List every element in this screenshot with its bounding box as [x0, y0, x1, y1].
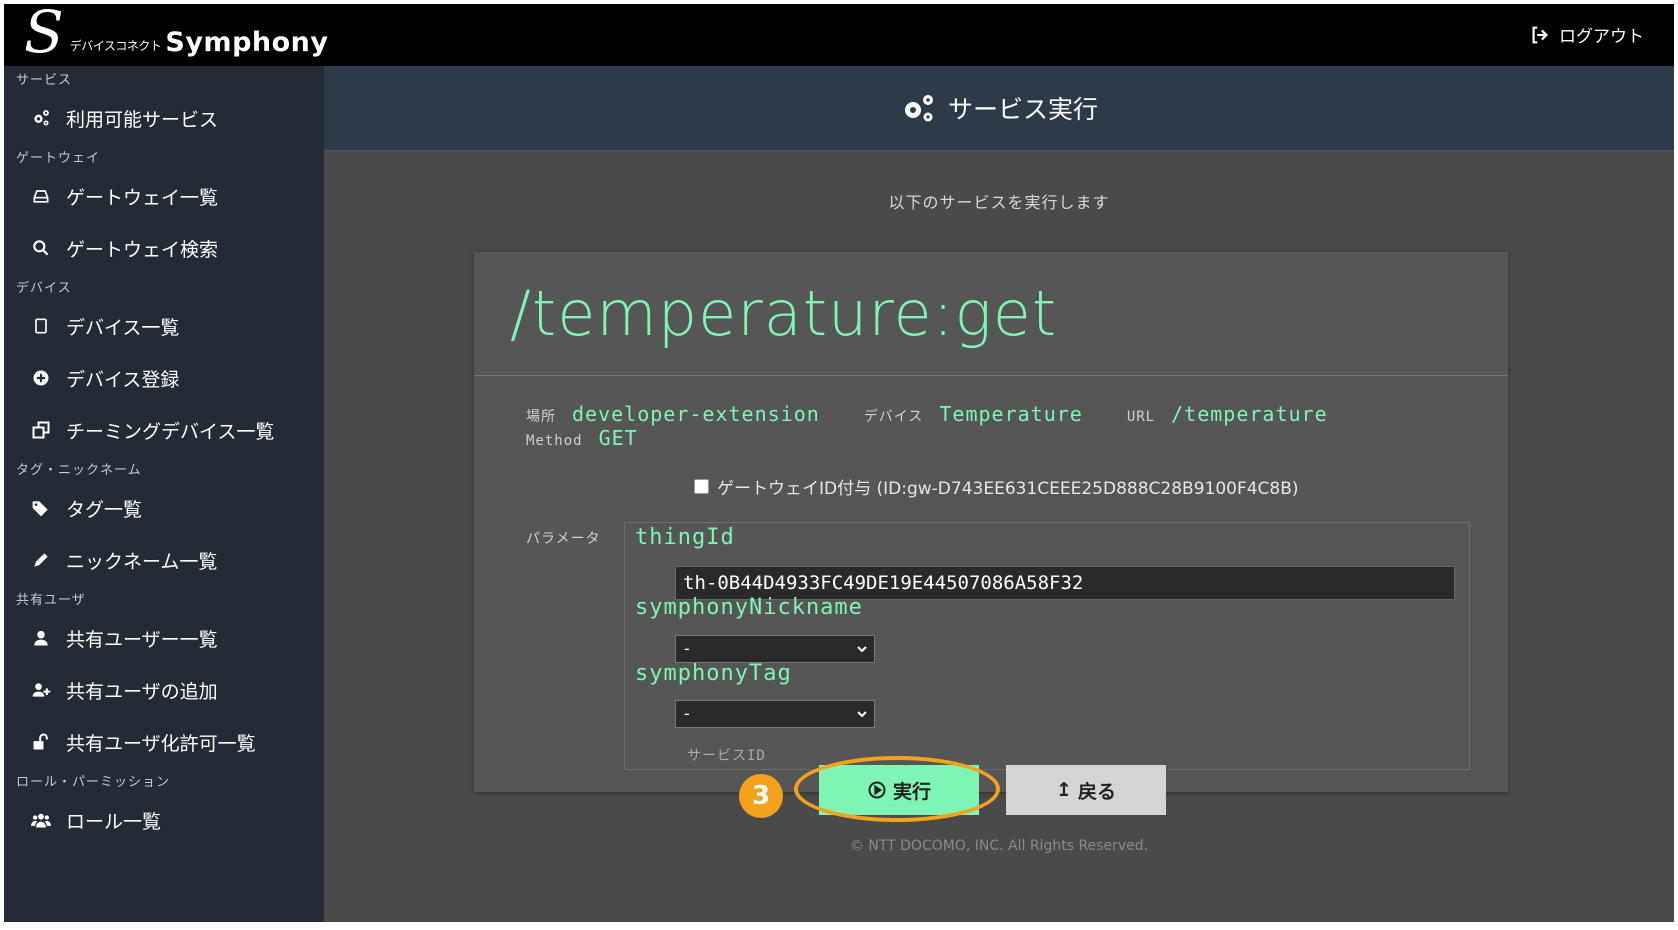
back-button[interactable]: ↥ 戻る	[1006, 765, 1166, 815]
pencil-icon	[28, 549, 54, 571]
step-badge: 3	[739, 774, 783, 818]
device-label: デバイス	[863, 409, 924, 425]
page-subtitle: 以下のサービスを実行します	[888, 193, 1110, 212]
user-plus-icon	[28, 679, 54, 701]
sidebar-section-device: デバイス	[16, 281, 72, 296]
tag-param-name: symphonyTag	[635, 661, 792, 686]
app-window: S デバイスコネクト Symphony ログアウト サービス 利用可能サービス …	[4, 4, 1674, 922]
sidebar-item-label: チーミングデバイス一覧	[66, 420, 275, 443]
method-label: Method	[526, 433, 583, 449]
back-button-label: 戻る	[1077, 780, 1116, 803]
logout-button[interactable]: ログアウト	[1529, 22, 1644, 47]
sidebar-item-role-list[interactable]: ロール一覧	[4, 794, 324, 846]
logout-label: ログアウト	[1559, 27, 1644, 47]
sidebar-item-device-register[interactable]: デバイス登録	[4, 352, 324, 404]
sidebar-item-nickname-list[interactable]: ニックネーム一覧	[4, 534, 324, 586]
sidebar-section-services: サービス	[16, 73, 73, 88]
logo-subtitle: デバイスコネクト	[69, 39, 162, 53]
sidebar-section-roles: ロール・パーミッション	[16, 775, 171, 790]
method-value: GET	[598, 426, 638, 450]
tags-icon	[28, 497, 54, 519]
sidebar-item-label: ゲートウェイ検索	[66, 238, 219, 261]
params-label: パラメータ	[526, 531, 601, 547]
sidebar-item-label: 共有ユーザー一覧	[66, 628, 218, 651]
sidebar-item-teaming-device-list[interactable]: チーミングデバイス一覧	[4, 404, 324, 456]
sidebar: サービス 利用可能サービス ゲートウェイ ゲートウェイ一覧 ゲートウェイ検索 デ…	[4, 66, 324, 922]
top-bar: S デバイスコネクト Symphony ログアウト	[4, 4, 1674, 66]
sidebar-item-label: デバイス登録	[66, 368, 180, 391]
plus-circle-icon	[28, 367, 54, 389]
highlight-ring	[794, 756, 1000, 822]
sidebar-item-available-services[interactable]: 利用可能サービス	[4, 92, 324, 144]
sidebar-item-label: ゲートウェイ一覧	[66, 186, 219, 209]
sidebar-section-shared-users: 共有ユーザ	[16, 593, 86, 608]
sidebar-item-shared-user-permission-list[interactable]: 共有ユーザ化許可一覧	[4, 716, 324, 768]
gateway-id-checkbox-label: ゲートウェイID付与 (ID:gw-D743EE631CEEE25D888C28…	[717, 479, 1299, 499]
url-value: /temperature	[1171, 402, 1328, 426]
sidebar-item-tag-list[interactable]: タグ一覧	[4, 482, 324, 534]
sidebar-item-gateway-search[interactable]: ゲートウェイ検索	[4, 222, 324, 274]
service-name: /temperature:get	[474, 252, 1508, 376]
logo-title: Symphony	[165, 27, 329, 58]
service-card: /temperature:get 場所 developer-extension …	[474, 252, 1508, 792]
sidebar-item-add-shared-user[interactable]: 共有ユーザの追加	[4, 664, 324, 716]
nickname-param-name: symphonyNickname	[635, 595, 863, 620]
sidebar-item-device-list[interactable]: デバイス一覧	[4, 300, 324, 352]
tag-select-value: -	[684, 704, 690, 723]
sidebar-item-label: 共有ユーザの追加	[66, 680, 218, 703]
users-icon	[28, 809, 54, 831]
gears-icon	[904, 95, 933, 122]
copyright: © NTT DOCOMO, INC. All Rights Reserved.	[849, 838, 1149, 854]
service-id-label: サービスID	[687, 748, 766, 764]
arrow-up-icon: ↥	[1056, 779, 1072, 801]
sidebar-item-label: 利用可能サービス	[66, 108, 219, 131]
sidebar-item-shared-user-list[interactable]: 共有ユーザー一覧	[4, 612, 324, 664]
gateway-id-checkbox-row[interactable]: ゲートウェイID付与 (ID:gw-D743EE631CEEE25D888C28…	[694, 474, 1299, 499]
sidebar-item-label: ロール一覧	[66, 810, 162, 833]
gateway-id-checkbox[interactable]	[694, 479, 709, 494]
search-icon	[28, 237, 54, 259]
tag-select[interactable]: -	[675, 700, 875, 728]
location-label: 場所	[526, 409, 556, 425]
service-meta: 場所 developer-extension デバイス Temperature …	[526, 402, 1372, 450]
sidebar-item-label: 共有ユーザ化許可一覧	[66, 732, 256, 755]
device-value: Temperature	[939, 402, 1083, 426]
page-header: サービス実行	[324, 66, 1674, 151]
sidebar-item-label: タグ一覧	[66, 498, 143, 521]
main-content: サービス実行 以下のサービスを実行します /temperature:get 場所…	[324, 66, 1674, 922]
page-title: サービス実行	[947, 95, 1098, 124]
nickname-select[interactable]: -	[675, 635, 875, 663]
sign-out-icon	[1532, 26, 1548, 43]
params-panel: thingId th-0B44D4933FC49DE19E44507086A58…	[624, 522, 1470, 770]
url-label: URL	[1126, 409, 1156, 425]
sidebar-section-tags: タグ・ニックネーム	[16, 463, 142, 478]
sidebar-item-label: ニックネーム一覧	[66, 550, 218, 573]
gears-icon	[28, 107, 54, 129]
thing-id-param-name: thingId	[635, 525, 735, 550]
unlock-icon	[28, 731, 54, 753]
clone-icon	[28, 419, 54, 441]
sidebar-item-gateway-list[interactable]: ゲートウェイ一覧	[4, 170, 324, 222]
logo-mark: S	[24, 4, 64, 66]
location-value: developer-extension	[572, 402, 820, 426]
chevron-down-icon	[857, 711, 867, 718]
nickname-select-value: -	[684, 639, 690, 658]
tablet-icon	[28, 315, 54, 337]
logo: S デバイスコネクト Symphony	[24, 4, 329, 66]
user-icon	[28, 627, 54, 649]
drive-icon	[28, 185, 54, 207]
sidebar-item-label: デバイス一覧	[66, 316, 180, 339]
chevron-down-icon	[857, 646, 867, 653]
sidebar-section-gateway: ゲートウェイ	[16, 151, 101, 166]
